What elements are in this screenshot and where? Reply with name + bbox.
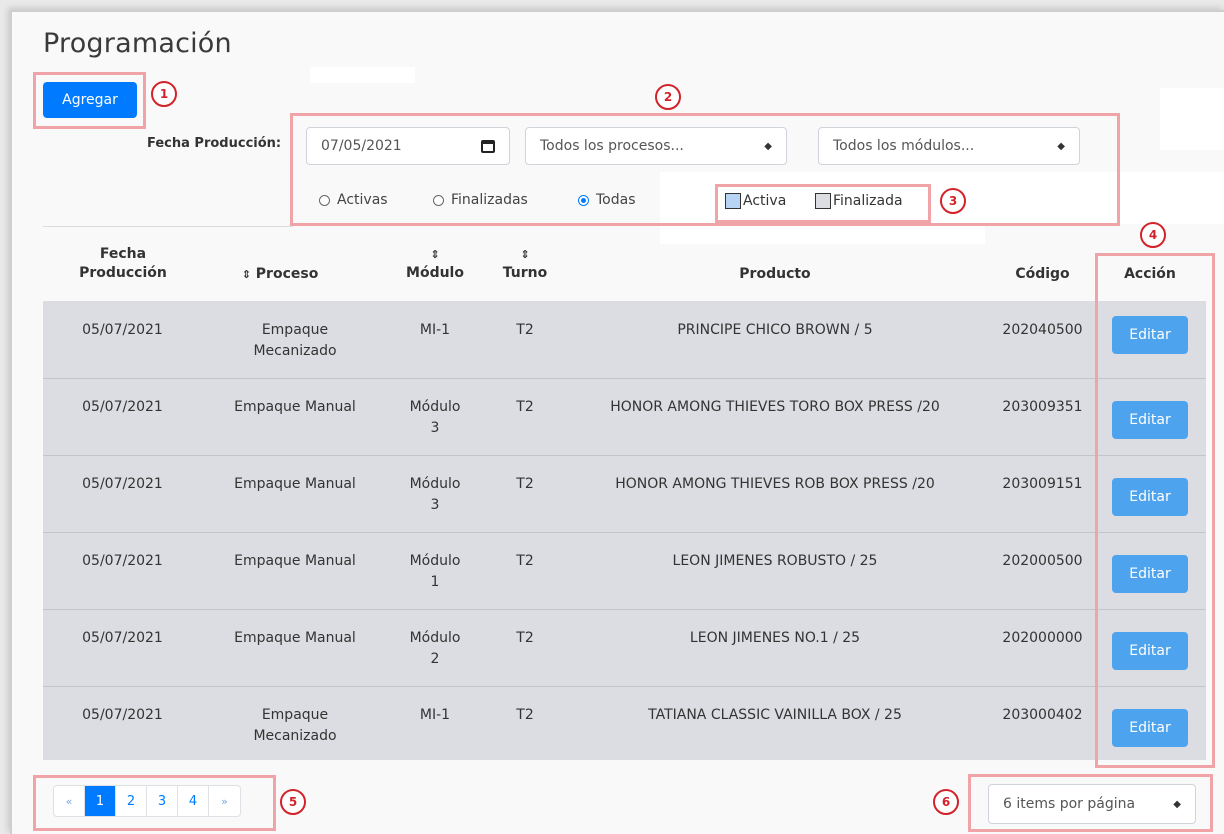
annotation-marker-3: 3: [940, 188, 966, 214]
cell-modulo: Módulo 1: [409, 553, 461, 590]
cell-proceso: Empaque Manual: [234, 553, 356, 569]
sort-icon: ⇕: [241, 268, 251, 281]
annotation-marker-2: 2: [655, 84, 681, 110]
redaction: [1160, 88, 1224, 150]
divider: [43, 226, 293, 227]
cell-codigo: 203009151: [1002, 476, 1083, 492]
cell-modulo: MI-1: [419, 322, 451, 338]
cell-fecha: 05/07/2021: [82, 322, 163, 338]
cell-proceso: Empaque Mecanizado: [253, 322, 337, 359]
cell-codigo: 202000500: [1002, 553, 1083, 569]
page-title: Programación: [43, 28, 232, 59]
annotation-box-6: [968, 774, 1213, 832]
row-divider: [43, 378, 1206, 379]
cell-fecha: 05/07/2021: [82, 630, 163, 646]
annotation-box-5: [33, 775, 276, 831]
annotation-box-1: [33, 72, 146, 129]
header-modulo[interactable]: ⇕ Módulo: [395, 245, 475, 283]
cell-turno: T2: [516, 553, 534, 569]
sort-icon: ⇕: [430, 248, 440, 261]
annotation-box-4: [1095, 253, 1215, 768]
cell-codigo: 203000402: [1002, 707, 1083, 723]
annotation-box-3: [715, 184, 931, 223]
header-producto: Producto: [739, 266, 811, 282]
annotation-marker-5: 5: [280, 789, 306, 815]
annotation-marker-1: 1: [151, 81, 177, 107]
sort-icon: ⇕: [520, 248, 530, 261]
row-divider: [43, 455, 1206, 456]
cell-turno: T2: [516, 399, 534, 415]
table-body: [43, 301, 1206, 760]
cell-codigo: 203009351: [1002, 399, 1083, 415]
cell-producto: LEON JIMENES NO.1 / 25: [689, 630, 861, 646]
cell-producto: PRINCIPE CHICO BROWN / 5: [677, 322, 873, 338]
cell-fecha: 05/07/2021: [82, 476, 163, 492]
cell-modulo: Módulo 2: [409, 630, 461, 667]
cell-codigo: 202000000: [1002, 630, 1083, 646]
cell-proceso: Empaque Manual: [234, 476, 356, 492]
annotation-marker-6: 6: [933, 789, 959, 815]
header-turno[interactable]: ⇕ Turno: [495, 245, 555, 283]
header-proceso[interactable]: ⇕ Proceso: [215, 265, 345, 284]
cell-turno: T2: [516, 707, 534, 723]
cell-modulo: Módulo 3: [409, 399, 461, 436]
row-divider: [43, 609, 1206, 610]
header-fecha[interactable]: Fecha Producción: [68, 245, 178, 283]
cell-producto: HONOR AMONG THIEVES TORO BOX PRESS /20: [610, 399, 940, 415]
cell-proceso: Empaque Manual: [234, 630, 356, 646]
cell-producto: TATIANA CLASSIC VAINILLA BOX / 25: [648, 707, 902, 723]
cell-turno: T2: [516, 476, 534, 492]
cell-producto: HONOR AMONG THIEVES ROB BOX PRESS /20: [615, 476, 935, 492]
cell-producto: LEON JIMENES ROBUSTO / 25: [672, 553, 878, 569]
cell-fecha: 05/07/2021: [82, 553, 163, 569]
redaction: [310, 67, 415, 83]
cell-fecha: 05/07/2021: [82, 707, 163, 723]
cell-proceso: Empaque Mecanizado: [253, 707, 337, 744]
annotation-marker-4: 4: [1140, 222, 1166, 248]
row-divider: [43, 532, 1206, 533]
cell-fecha: 05/07/2021: [82, 399, 163, 415]
production-date-label: Fecha Producción:: [147, 136, 282, 151]
cell-turno: T2: [516, 322, 534, 338]
cell-proceso: Empaque Manual: [234, 399, 356, 415]
cell-modulo: Módulo 3: [409, 476, 461, 513]
annotation-box-2: [290, 113, 1120, 226]
cell-turno: T2: [516, 630, 534, 646]
header-codigo: Código: [1015, 266, 1070, 282]
cell-codigo: 202040500: [1002, 322, 1083, 338]
row-divider: [43, 686, 1206, 687]
cell-modulo: MI-1: [419, 707, 451, 723]
